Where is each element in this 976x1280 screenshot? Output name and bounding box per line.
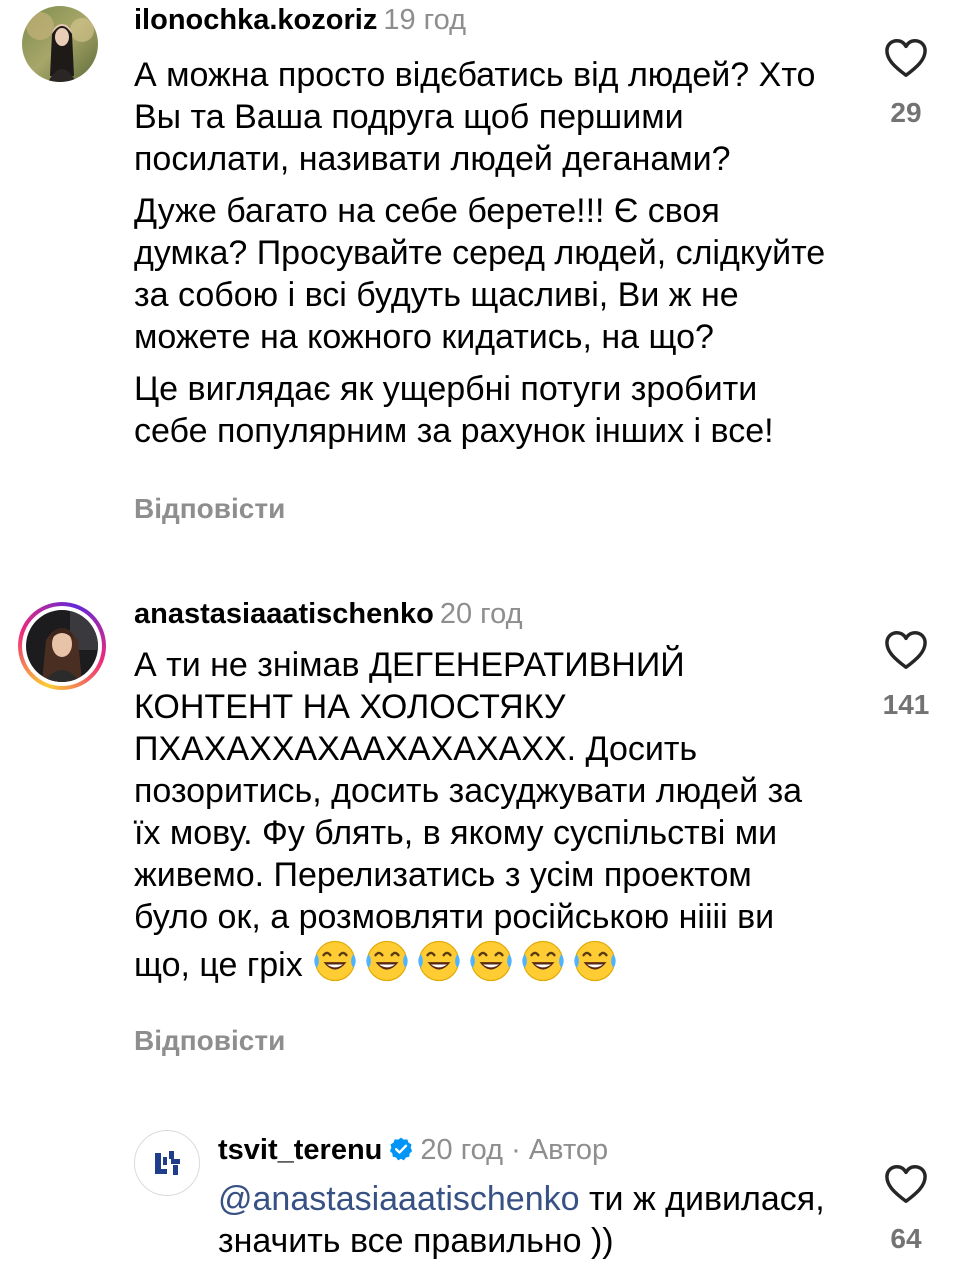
comment-header: ilonochka.kozoriz 19 год — [134, 2, 466, 38]
face-with-tears-of-joy-icon — [418, 940, 460, 982]
reply-tsvit-terenu: tsvit_terenu 20 год · Автор @anastasiaaa… — [0, 1124, 976, 1280]
timestamp: 20 год — [420, 1134, 504, 1166]
comment-text: А ти не знімав ДЕГЕНЕРАТИВНИЙ КОНТЕНТ НА… — [134, 644, 824, 986]
timestamp: 19 год — [383, 4, 466, 36]
mention-link[interactable]: @anastasiaaatischenko — [218, 1180, 580, 1218]
heart-outline-icon[interactable] — [884, 1164, 928, 1204]
heart-outline-icon[interactable] — [884, 38, 928, 78]
avatar-story-ring[interactable] — [18, 602, 106, 690]
username[interactable]: ilonochka.kozoriz — [134, 4, 377, 36]
face-with-tears-of-joy-icon — [522, 940, 564, 982]
author-label: · Автор — [511, 1134, 609, 1166]
reply-button[interactable]: Відповісти — [134, 492, 285, 526]
like-count: 29 — [890, 97, 922, 128]
avatar — [26, 610, 98, 682]
like-column: 64 — [866, 1164, 946, 1255]
face-with-tears-of-joy-icon — [366, 940, 408, 982]
like-count: 141 — [882, 689, 930, 720]
comment-paragraph: Дуже багато на себе берете!!! Є своя дум… — [134, 192, 826, 356]
comment-paragraph: А ти не знімав ДЕГЕНЕРАТИВНИЙ КОНТЕНТ НА… — [134, 646, 803, 984]
verified-badge-icon — [390, 1137, 413, 1161]
reply-button[interactable]: Відповісти — [134, 1024, 285, 1058]
face-with-tears-of-joy-icon — [470, 940, 512, 982]
avatar[interactable] — [22, 6, 98, 82]
like-count: 64 — [890, 1223, 922, 1254]
username[interactable]: anastasiaaatischenko — [134, 598, 434, 630]
comment-header: tsvit_terenu 20 год · Автор — [218, 1132, 608, 1168]
comment-paragraph: А можна просто відєбатись від людей? Хто… — [134, 56, 816, 178]
timestamp: 20 год — [439, 598, 523, 630]
comment-paragraph: Це виглядає як ущербні потуги зробити се… — [134, 370, 774, 450]
face-with-tears-of-joy-icon — [574, 940, 616, 982]
like-column: 141 — [866, 630, 946, 721]
comment-header: anastasiaaatischenko 20 год — [134, 596, 523, 632]
comment-text: А можна просто відєбатись від людей? Хто… — [134, 54, 834, 462]
emoji-row — [312, 940, 624, 984]
comment-text: @anastasiaaatischenko ти ж дивилася, зна… — [218, 1178, 838, 1262]
like-column: 29 — [866, 38, 946, 129]
comment-anastasia: anastasiaaatischenko 20 год А ти не зніма… — [0, 590, 976, 1070]
face-with-tears-of-joy-icon — [314, 940, 356, 982]
heart-outline-icon[interactable] — [884, 630, 928, 670]
avatar[interactable] — [134, 1130, 200, 1196]
comment-ilonochka: ilonochka.kozoriz 19 год А можна просто в… — [0, 0, 976, 560]
username[interactable]: tsvit_terenu — [218, 1134, 382, 1166]
